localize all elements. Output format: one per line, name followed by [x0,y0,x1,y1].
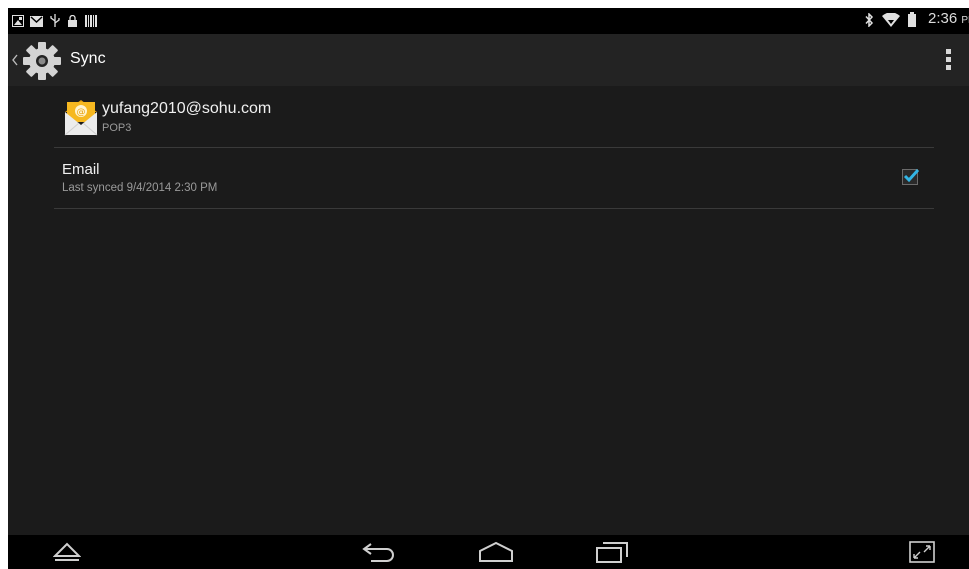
wifi-icon [882,12,900,32]
usb-icon [50,14,60,32]
action-bar: Sync [8,34,969,86]
battery-icon [908,12,916,32]
status-bar: 2:36 PM [8,8,969,34]
status-clock: 2:36 PM [928,10,969,27]
bluetooth-icon [864,12,874,32]
sync-item-last-synced: Last synced 9/4/2014 2:30 PM [62,182,218,194]
chevron-left-icon [12,53,18,71]
image-icon [12,14,24,32]
sync-settings-content: @ yufang2010@sohu.com POP3 Email Last sy… [8,86,969,535]
home-icon[interactable] [478,541,514,568]
settings-gear-icon [22,41,62,86]
device-screen: 2:36 PM [8,8,969,569]
account-header: @ yufang2010@sohu.com POP3 [54,86,934,148]
svg-text:@: @ [77,108,86,118]
email-app-icon: @ [64,96,98,141]
up-button[interactable]: Sync [8,34,118,86]
fullscreen-icon[interactable] [909,541,935,568]
account-type: POP3 [102,122,132,134]
navigation-bar [8,535,969,569]
account-name: yufang2010@sohu.com [102,100,272,117]
lock-icon [68,14,77,32]
checkmark-icon [903,168,920,183]
recents-icon[interactable] [595,540,629,569]
sync-checkbox[interactable] [902,168,920,185]
sync-item-email[interactable]: Email Last synced 9/4/2014 2:30 PM [54,148,934,208]
gmail-icon [30,14,43,32]
barcode-icon [85,14,97,32]
overflow-menu-icon[interactable] [944,47,954,73]
back-icon[interactable] [361,540,397,569]
page-title: Sync [70,50,106,67]
hide-nav-icon[interactable] [52,539,82,568]
sync-item-title: Email [62,161,100,178]
divider [54,208,934,209]
